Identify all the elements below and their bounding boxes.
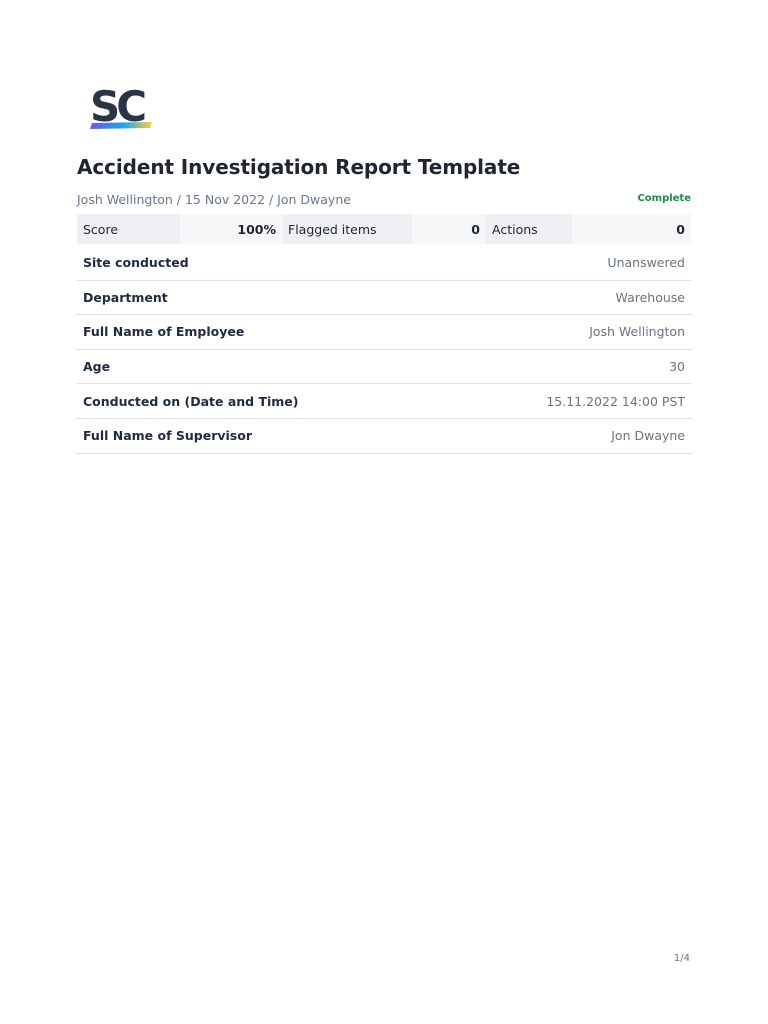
sc-logo-icon: SC: [90, 82, 152, 131]
field-row-employee-name: Full Name of Employee Josh Wellington: [77, 315, 691, 350]
report-meta: Josh Wellington / 15 Nov 2022 / Jon Dway…: [77, 192, 691, 210]
report-title: Accident Investigation Report Template: [77, 155, 521, 179]
status-badge: Complete: [637, 193, 691, 204]
field-label: Conducted on (Date and Time): [83, 393, 299, 409]
score-value: 100%: [180, 214, 282, 244]
field-value: 30: [669, 359, 685, 375]
field-row-department: Department Warehouse: [77, 281, 691, 316]
field-value: Jon Dwayne: [611, 428, 685, 444]
flagged-items-label: Flagged items: [282, 214, 412, 244]
summary-bar: Score 100% Flagged items 0 Actions 0: [77, 214, 691, 244]
field-label: Age: [83, 359, 111, 375]
field-value: Unanswered: [607, 255, 685, 271]
field-value: Warehouse: [615, 289, 685, 305]
field-label: Full Name of Employee: [83, 324, 245, 340]
field-row-conducted-on: Conducted on (Date and Time) 15.11.2022 …: [77, 384, 691, 419]
field-row-supervisor-name: Full Name of Supervisor Jon Dwayne: [77, 419, 691, 454]
field-list: Site conducted Unanswered Department War…: [77, 246, 691, 454]
field-row-site-conducted: Site conducted Unanswered: [77, 246, 691, 281]
field-value: 15.11.2022 14:00 PST: [546, 393, 685, 409]
report-meta-text: Josh Wellington / 15 Nov 2022 / Jon Dway…: [77, 192, 351, 207]
field-row-age: Age 30: [77, 350, 691, 385]
field-label: Full Name of Supervisor: [83, 428, 252, 444]
field-value: Josh Wellington: [589, 324, 685, 340]
score-label: Score: [77, 214, 180, 244]
company-logo: SC: [88, 82, 158, 134]
page-number: 1/4: [673, 953, 690, 964]
flagged-items-value: 0: [412, 214, 486, 244]
actions-label: Actions: [486, 214, 572, 244]
field-label: Site conducted: [83, 255, 189, 271]
actions-value: 0: [572, 214, 691, 244]
field-label: Department: [83, 289, 168, 305]
